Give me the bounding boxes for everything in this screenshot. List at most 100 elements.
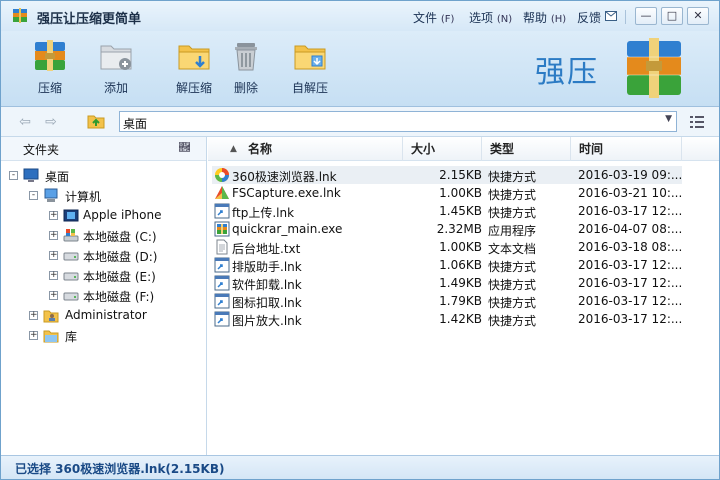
collapse-icon[interactable]: -: [29, 191, 38, 200]
expand-icon[interactable]: +: [29, 311, 38, 320]
file-time: 2016-03-17 12:...: [578, 276, 682, 290]
sort-up-icon: ▲: [230, 144, 237, 154]
menu-file[interactable]: 文件 (F): [413, 9, 454, 26]
expand-icon[interactable]: +: [49, 211, 58, 220]
add-label: 添加: [103, 81, 128, 95]
tree-label: Administrator: [65, 308, 147, 322]
pin-icon[interactable]: 🡜: [179, 141, 190, 154]
compress-label: 压缩: [37, 81, 62, 95]
back-arrow-icon[interactable]: ⇦: [17, 114, 33, 130]
expand-icon[interactable]: +: [29, 331, 38, 340]
file-type: 文本文档: [488, 242, 537, 256]
file-size: 2.32MB: [436, 222, 482, 236]
table-row[interactable]: 软件卸载.lnk 1.49KB 快捷方式 2016-03-17 12:...: [212, 274, 682, 292]
column-name[interactable]: ▲ 名称: [208, 137, 403, 161]
trash-icon: [235, 43, 257, 71]
expand-icon[interactable]: +: [49, 271, 58, 280]
maximize-button[interactable]: □: [661, 7, 683, 25]
tree-label: Apple iPhone: [83, 208, 162, 222]
title-separator: [625, 10, 626, 24]
file-name: FSCapture.exe.lnk: [232, 186, 341, 200]
forward-arrow-icon[interactable]: ⇨: [43, 114, 59, 130]
tree-label: 本地磁盘 (E:): [83, 270, 156, 284]
table-row[interactable]: 排版助手.lnk 1.06KB 快捷方式 2016-03-17 12:...: [212, 256, 682, 274]
minimize-button[interactable]: —: [635, 7, 657, 25]
expand-icon[interactable]: +: [49, 291, 58, 300]
table-row[interactable]: 图片放大.lnk 1.42KB 快捷方式 2016-03-17 12:...: [212, 310, 682, 328]
file-time: 2016-03-17 12:...: [578, 204, 682, 218]
shortcut-window-icon: [214, 203, 230, 219]
table-row[interactable]: 后台地址.txt 1.00KB 文本文档 2016-03-18 08:...: [212, 238, 682, 256]
file-time: 2016-04-07 08:...: [578, 222, 682, 236]
tree-item-administrator[interactable]: + Administrator: [5, 307, 205, 325]
system-drive-icon: [63, 229, 79, 242]
shortcut-window-icon: [214, 257, 230, 273]
file-type: 快捷方式: [488, 278, 537, 292]
folder-self-extract-icon: [294, 45, 326, 70]
file-list-header: ▲ 名称 大小 类型 时间: [208, 137, 719, 161]
column-time-label: 时间: [579, 142, 604, 156]
tree-label: 本地磁盘 (C:): [83, 230, 157, 244]
folder-tree-title: 文件夹: [23, 143, 60, 157]
tree-item-drive-f[interactable]: + 本地磁盘 (F:): [5, 287, 205, 305]
file-name: 图标扣取.lnk: [232, 296, 302, 310]
tree-item-drive-e[interactable]: + 本地磁盘 (E:): [5, 267, 205, 285]
status-text: 已选择 360极速浏览器.lnk(2.15KB): [15, 462, 225, 476]
menu-feedback[interactable]: 反馈: [577, 9, 601, 26]
menu-options[interactable]: 选项 (N): [469, 9, 512, 26]
self-extract-button[interactable]: 自解压: [279, 39, 341, 103]
drive-icon: [63, 292, 79, 301]
file-size: 2.15KB: [439, 168, 482, 182]
table-row[interactable]: ftp上传.lnk 1.45KB 快捷方式 2016-03-17 12:...: [212, 202, 682, 220]
file-name: 软件卸载.lnk: [232, 278, 302, 292]
file-type: 快捷方式: [488, 188, 537, 202]
tree-item-desktop[interactable]: - 桌面: [5, 167, 205, 185]
tree-item-drive-c[interactable]: + 本地磁盘 (C:): [5, 227, 205, 245]
file-type: 快捷方式: [488, 260, 537, 274]
file-size: 1.49KB: [439, 276, 482, 290]
up-folder-icon[interactable]: [87, 113, 105, 129]
column-name-label: 名称: [248, 142, 273, 156]
tree-item-drive-d[interactable]: + 本地磁盘 (D:): [5, 247, 205, 265]
chevron-down-icon[interactable]: ▼: [665, 114, 672, 124]
archive-app-icon: [214, 221, 230, 237]
add-button[interactable]: 添加: [85, 39, 147, 103]
tree-item-apple-iphone[interactable]: + Apple iPhone: [5, 207, 205, 225]
compress-button[interactable]: 压缩: [19, 39, 81, 103]
table-row[interactable]: 图标扣取.lnk 1.79KB 快捷方式 2016-03-17 12:...: [212, 292, 682, 310]
delete-button[interactable]: 删除: [215, 39, 277, 103]
tree-item-library[interactable]: + 库: [5, 327, 205, 345]
file-type: 快捷方式: [488, 206, 537, 220]
shortcut-window-icon: [214, 311, 230, 327]
shortcut-window-icon: [214, 275, 230, 291]
archive-icon: [35, 40, 65, 71]
file-name: quickrar_main.exe: [232, 222, 343, 236]
column-type[interactable]: 类型: [482, 137, 571, 161]
column-time[interactable]: 时间: [571, 137, 682, 161]
table-row[interactable]: quickrar_main.exe 2.32MB 应用程序 2016-04-07…: [212, 220, 682, 238]
file-list: ▲ 名称 大小 类型 时间 360极速浏览器.lnk 2.15KB 快捷方式 2…: [208, 137, 719, 455]
folder-tree: 文件夹 🡜 - 桌面 - 计算机 + Apple iPhone + 本地磁盘 (…: [1, 137, 207, 455]
table-row[interactable]: FSCapture.exe.lnk 1.00KB 快捷方式 2016-03-21…: [212, 184, 682, 202]
column-size[interactable]: 大小: [403, 137, 482, 161]
browser-360-icon: [215, 168, 229, 182]
shortcut-window-icon: [214, 293, 230, 309]
file-time: 2016-03-19 09:...: [578, 168, 682, 182]
menu-help[interactable]: 帮助 (H): [523, 9, 566, 26]
view-mode-icon[interactable]: [689, 115, 705, 129]
expand-icon[interactable]: +: [49, 231, 58, 240]
user-folder-icon: [43, 310, 59, 323]
expand-icon[interactable]: +: [49, 251, 58, 260]
address-value: 桌面: [123, 117, 148, 131]
address-input[interactable]: 桌面 ▼: [119, 111, 677, 132]
file-name: ftp上传.lnk: [232, 206, 295, 220]
table-row[interactable]: 360极速浏览器.lnk 2.15KB 快捷方式 2016-03-19 09:.…: [212, 166, 682, 184]
mail-icon[interactable]: [605, 11, 617, 21]
folder-extract-icon: [178, 45, 210, 70]
collapse-icon[interactable]: -: [9, 171, 18, 180]
app-logo-icon: [13, 8, 27, 23]
file-type: 快捷方式: [488, 296, 537, 310]
file-size: 1.79KB: [439, 294, 482, 308]
tree-item-computer[interactable]: - 计算机: [5, 187, 205, 205]
close-button[interactable]: ✕: [687, 7, 709, 25]
